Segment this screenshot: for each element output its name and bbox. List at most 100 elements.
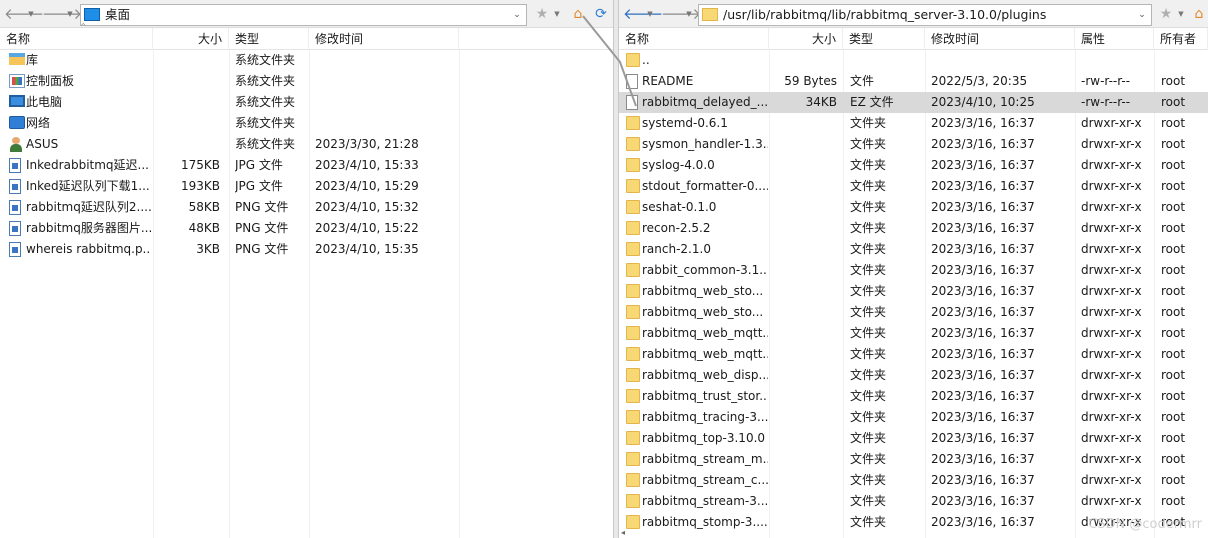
left-address-bar[interactable]: 桌面 ⌄: [80, 4, 527, 26]
home-folder-icon[interactable]: ⌂: [568, 4, 588, 24]
home-folder-icon[interactable]: ⌂: [1189, 4, 1208, 24]
file-modified: 2023/3/16, 16:37: [931, 515, 1035, 529]
file-attributes: drwxr-xr-x: [1081, 389, 1142, 403]
file-row[interactable]: ..: [619, 50, 1208, 71]
file-row[interactable]: seshat-0.1.0 文件夹 2023/3/16, 16:37 drwxr-xr-…: [619, 197, 1208, 218]
file-row[interactable]: syslog-4.0.0 文件夹 2023/3/16, 16:37 drwxr-xr-…: [619, 155, 1208, 176]
column-name[interactable]: 名称: [0, 28, 153, 50]
forward-dropdown-icon[interactable]: ▼: [66, 5, 74, 23]
file-attributes: drwxr-xr-x: [1081, 116, 1142, 130]
column-attributes[interactable]: 属性: [1075, 28, 1154, 50]
file-row[interactable]: rabbitmq_web_sto... 文件夹 2023/3/16, 16:37 dr…: [619, 302, 1208, 323]
file-row[interactable]: rabbitmq_web_mqtt... 文件夹 2023/3/16, 16:37 d…: [619, 344, 1208, 365]
file-row[interactable]: systemd-0.6.1 文件夹 2023/3/16, 16:37 drwxr-xr…: [619, 113, 1208, 134]
file-attributes: drwxr-xr-x: [1081, 305, 1142, 319]
forward-dropdown-icon[interactable]: ▼: [685, 5, 693, 23]
file-type: 文件夹: [850, 368, 887, 382]
file-name: 库: [26, 53, 39, 67]
star-icon[interactable]: ★: [1156, 4, 1176, 24]
column-type[interactable]: 类型: [843, 28, 925, 50]
column-modified[interactable]: 修改时间: [925, 28, 1075, 50]
file-row[interactable]: rabbitmq_web_disp... 文件夹 2023/3/16, 16:37 d…: [619, 365, 1208, 386]
chevron-down-icon[interactable]: ⌄: [1133, 5, 1151, 25]
file-row[interactable]: rabbitmq_stream-3.... 文件夹 2023/3/16, 16:37…: [619, 491, 1208, 512]
file-attributes: drwxr-xr-x: [1081, 326, 1142, 340]
folder-icon: [626, 158, 640, 172]
user-icon: [9, 137, 23, 152]
left-column-header: 名称 ^ 大小 类型 修改时间: [0, 22, 613, 50]
file-type: 文件夹: [850, 410, 887, 424]
folder-icon: [626, 431, 640, 445]
file-type: 文件夹: [850, 116, 887, 130]
file-modified: 2023/3/16, 16:37: [931, 305, 1035, 319]
file-row[interactable]: rabbitmq延迟队列2.... 58KB PNG 文件 2023/4/10, 15…: [0, 197, 613, 218]
file-row[interactable]: ranch-2.1.0 文件夹 2023/3/16, 16:37 drwxr-xr-x…: [619, 239, 1208, 260]
file-attributes: drwxr-xr-x: [1081, 179, 1142, 193]
chevron-down-icon[interactable]: ⌄: [508, 5, 526, 25]
star-icon[interactable]: ★: [532, 4, 552, 24]
file-row[interactable]: 库 系统文件夹: [0, 50, 613, 71]
file-attributes: drwxr-xr-x: [1081, 431, 1142, 445]
file-row[interactable]: README 59 Bytes 文件 2022/5/3, 20:35 -rw-r--r-…: [619, 71, 1208, 92]
file-type: EZ 文件: [850, 95, 894, 109]
right-address-text: /usr/lib/rabbitmq/lib/rabbitmq_server-3.…: [723, 7, 1047, 22]
file-size: [769, 491, 837, 512]
back-arrow-icon[interactable]: 🡐: [4, 5, 44, 23]
scroll-left-arrow-icon[interactable]: ◂: [621, 528, 631, 538]
file-row[interactable]: 此电脑 系统文件夹: [0, 92, 613, 113]
file-name: rabbitmq_web_mqtt...: [642, 347, 768, 361]
file-row[interactable]: rabbitmq_tracing-3.... 文件夹 2023/3/16, 16:3…: [619, 407, 1208, 428]
favorites-dropdown-icon[interactable]: ▼: [1177, 5, 1185, 23]
file-attributes: drwxr-xr-x: [1081, 263, 1142, 277]
file-name: ranch-2.1.0: [642, 242, 711, 256]
file-row[interactable]: rabbitmq_web_sto... 文件夹 2023/3/16, 16:37 dr…: [619, 281, 1208, 302]
file-row[interactable]: rabbitmq_top-3.10.0 文件夹 2023/3/16, 16:37 dr…: [619, 428, 1208, 449]
refresh-icon[interactable]: ⟳: [591, 4, 611, 24]
file-modified: [315, 50, 457, 71]
column-owner[interactable]: 所有者: [1154, 28, 1208, 50]
forward-arrow-icon[interactable]: 🡒: [661, 5, 701, 23]
file-owner: root: [1161, 263, 1186, 277]
file-modified: 2022/5/3, 20:35: [931, 74, 1028, 88]
column-size[interactable]: 大小: [153, 28, 229, 50]
file-attributes: drwxr-xr-x: [1081, 221, 1142, 235]
file-row[interactable]: rabbitmq_web_mqtt... 文件夹 2023/3/16, 16:37 d…: [619, 323, 1208, 344]
file-row[interactable]: rabbitmq服务器图片... 48KB PNG 文件 2023/4/10, 15:…: [0, 218, 613, 239]
file-type: [850, 50, 924, 71]
file-size: [769, 365, 837, 386]
file-row[interactable]: rabbit_common-3.1... 文件夹 2023/3/16, 16:37 d…: [619, 260, 1208, 281]
file-modified: [315, 92, 457, 113]
file-row[interactable]: rabbitmq_trust_stor... 文件夹 2023/3/16, 16:3…: [619, 386, 1208, 407]
file-row[interactable]: stdout_formatter-0.... 文件夹 2023/3/16, 16:3…: [619, 176, 1208, 197]
file-size: 193KB: [180, 179, 220, 193]
file-size: [769, 260, 837, 281]
column-type[interactable]: 类型: [229, 28, 309, 50]
back-dropdown-icon[interactable]: ▼: [646, 5, 654, 23]
forward-arrow-icon[interactable]: 🡒: [42, 5, 82, 23]
file-row[interactable]: ASUS 系统文件夹 2023/3/30, 21:28: [0, 134, 613, 155]
file-row[interactable]: whereis rabbitmq.p... 3KB PNG 文件 2023/4/10,…: [0, 239, 613, 260]
file-size: [769, 218, 837, 239]
right-address-bar[interactable]: /usr/lib/rabbitmq/lib/rabbitmq_server-3.…: [698, 4, 1152, 26]
file-row[interactable]: rabbitmq_stream_c... 文件夹 2023/3/16, 16:37 d…: [619, 470, 1208, 491]
file-row-selected[interactable]: rabbitmq_delayed_... 34KB EZ 文件 2023/4/10, …: [619, 92, 1208, 113]
sort-caret-icon: ^: [80, 22, 87, 31]
file-row[interactable]: sysmon_handler-1.3.... 文件夹 2023/3/16, 16:3…: [619, 134, 1208, 155]
column-modified[interactable]: 修改时间: [309, 28, 459, 50]
column-name[interactable]: 名称: [619, 28, 769, 50]
file-row[interactable]: 控制面板 系统文件夹: [0, 71, 613, 92]
file-row[interactable]: Inked延迟队列下载1.... 193KB JPG 文件 2023/4/10, 15…: [0, 176, 613, 197]
column-size[interactable]: 大小: [769, 28, 843, 50]
file-size: [769, 386, 837, 407]
file-row[interactable]: 网络 系统文件夹: [0, 113, 613, 134]
favorites-dropdown-icon[interactable]: ▼: [553, 5, 561, 23]
back-arrow-icon[interactable]: 🡐: [623, 5, 663, 23]
file-type: 系统文件夹: [235, 137, 296, 151]
file-row[interactable]: recon-2.5.2 文件夹 2023/3/16, 16:37 drwxr-xr-x…: [619, 218, 1208, 239]
file-type: 文件夹: [850, 242, 887, 256]
file-row[interactable]: Inkedrabbitmq延迟... 175KB JPG 文件 2023/4/10, …: [0, 155, 613, 176]
file-row[interactable]: rabbitmq_stream_m... 文件夹 2023/3/16, 16:37 d…: [619, 449, 1208, 470]
back-dropdown-icon[interactable]: ▼: [27, 5, 35, 23]
file-modified: 2023/4/10, 15:35: [315, 242, 419, 256]
file-name: rabbitmq_stream_m...: [642, 452, 768, 466]
